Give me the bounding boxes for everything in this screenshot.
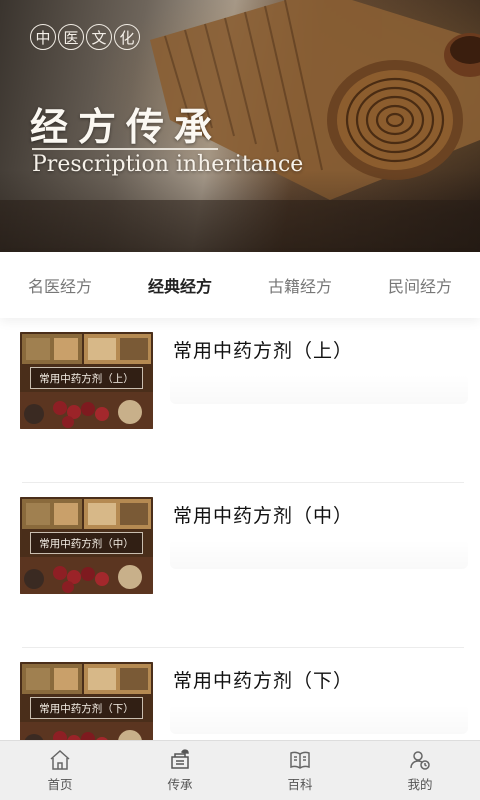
bottom-navigation: 首页 传承 百科 我的 bbox=[0, 740, 480, 800]
nav-label: 传承 bbox=[167, 777, 193, 792]
item-title: 常用中药方剂（下） bbox=[173, 670, 354, 692]
seal-char: 化 bbox=[114, 24, 140, 50]
nav-label: 首页 bbox=[47, 777, 73, 792]
list-item[interactable]: 常用中药方剂（中） 常用中药方剂（中） bbox=[0, 483, 480, 648]
thumbnail-caption: 常用中药方剂（中） bbox=[30, 532, 143, 554]
tab-classic[interactable]: 经典经方 bbox=[120, 273, 240, 297]
banner-subtitle: Prescription inheritance bbox=[32, 152, 304, 177]
nav-encyclopedia[interactable]: 百科 bbox=[240, 741, 360, 800]
item-thumbnail: 常用中药方剂（上） bbox=[20, 332, 153, 429]
nav-label: 百科 bbox=[287, 777, 313, 792]
thumbnail-caption: 常用中药方剂（下） bbox=[30, 697, 143, 719]
thumbnail-caption: 常用中药方剂（上） bbox=[30, 367, 143, 389]
banner-title: 经方传承 bbox=[30, 104, 223, 149]
nav-profile[interactable]: 我的 bbox=[360, 741, 480, 800]
seal-char: 中 bbox=[30, 24, 56, 50]
item-thumbnail: 常用中药方剂（下） bbox=[20, 662, 153, 740]
item-shadow bbox=[170, 539, 468, 569]
category-tabs: 名医经方 经典经方 古籍经方 民间经方 bbox=[0, 252, 480, 318]
seal-char: 医 bbox=[58, 24, 84, 50]
item-title: 常用中药方剂（上） bbox=[173, 340, 354, 362]
list-item[interactable]: 常用中药方剂（下） 常用中药方剂（下） bbox=[0, 648, 480, 740]
prescription-list: 常用中药方剂（上） 常用中药方剂（上） 常用中药方剂（中） 常用中药方剂（中） … bbox=[0, 318, 480, 740]
nav-home[interactable]: 首页 bbox=[0, 741, 120, 800]
banner-divider bbox=[32, 148, 218, 150]
header-banner: 中 医 文 化 经方传承 Prescription inheritance bbox=[0, 0, 480, 252]
list-item[interactable]: 常用中药方剂（上） 常用中药方剂（上） bbox=[0, 318, 480, 483]
tab-folk[interactable]: 民间经方 bbox=[360, 273, 480, 297]
item-title: 常用中药方剂（中） bbox=[173, 505, 354, 527]
culture-seal: 中 医 文 化 bbox=[30, 24, 140, 50]
app-screen: 中 医 文 化 经方传承 Prescription inheritance 名医… bbox=[0, 0, 480, 800]
nav-label: 我的 bbox=[407, 777, 433, 792]
profile-icon bbox=[410, 751, 430, 770]
home-icon bbox=[50, 749, 70, 770]
tab-famous-doctor[interactable]: 名医经方 bbox=[0, 273, 120, 297]
item-shadow bbox=[170, 704, 468, 734]
seal-char: 文 bbox=[86, 24, 112, 50]
tab-ancient-books[interactable]: 古籍经方 bbox=[240, 273, 360, 297]
inherit-icon bbox=[171, 749, 189, 769]
item-shadow bbox=[170, 374, 468, 404]
encyclopedia-icon bbox=[290, 751, 310, 769]
banner-shade bbox=[0, 170, 480, 252]
nav-inherit[interactable]: 传承 bbox=[120, 741, 240, 800]
item-thumbnail: 常用中药方剂（中） bbox=[20, 497, 153, 594]
